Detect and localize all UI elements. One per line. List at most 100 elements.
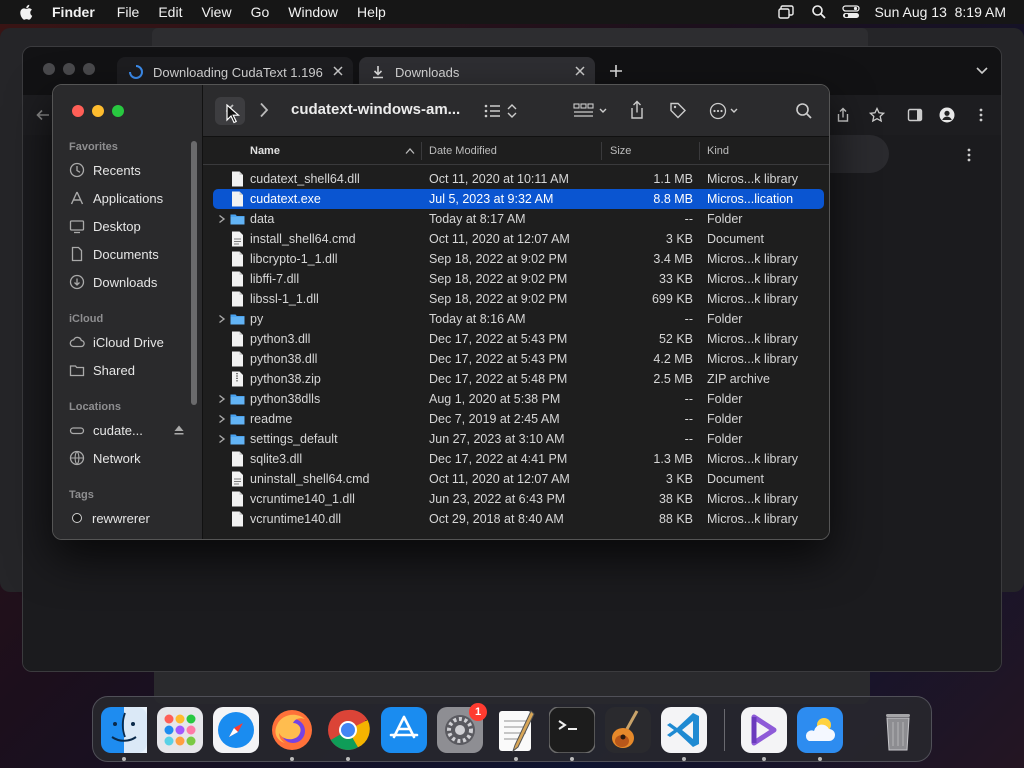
sidebar-item-downloads[interactable]: Downloads <box>69 271 193 293</box>
column-divider[interactable] <box>601 142 602 160</box>
folder-row[interactable]: python38dlls Aug 1, 2020 at 5:38 PM -- Fold… <box>203 389 829 409</box>
apple-logo-icon[interactable] <box>18 3 36 21</box>
close-tab-icon[interactable] <box>573 64 587 78</box>
dock-finder[interactable] <box>101 707 147 753</box>
column-divider[interactable] <box>699 142 700 160</box>
page-menu-icon[interactable] <box>961 147 977 163</box>
bookmark-star-icon[interactable] <box>869 107 885 123</box>
column-header-kind[interactable]: Kind <box>707 145 729 157</box>
sidebar-item-tag[interactable]: rewwrerer <box>69 507 193 529</box>
sidebar-item-shared[interactable]: Shared <box>69 359 193 381</box>
dock-firefox[interactable] <box>269 707 315 753</box>
sidebar-toggle-icon[interactable] <box>907 107 923 123</box>
browser-tab-cudatext[interactable]: Downloading CudaText 1.196.0 <box>117 57 353 87</box>
dock-terminal[interactable] <box>549 707 595 753</box>
file-row[interactable]: libssl-1_1.dll Sep 18, 2022 at 9:02 PM 699… <box>203 289 829 309</box>
share-icon[interactable] <box>628 100 646 120</box>
screen-mirroring-icon[interactable] <box>778 4 796 20</box>
sidebar-item-applications[interactable]: Applications <box>69 187 193 209</box>
dock-safari[interactable] <box>213 707 259 753</box>
share-icon[interactable] <box>835 107 851 123</box>
folder-row[interactable]: data Today at 8:17 AM -- Folder <box>203 209 829 229</box>
browser-zoom-button[interactable] <box>83 63 95 75</box>
dock-vscode[interactable] <box>661 707 707 753</box>
profile-avatar-icon[interactable] <box>939 107 955 123</box>
browser-back-icon[interactable] <box>35 107 51 123</box>
dock-weather[interactable] <box>797 707 843 753</box>
menu-app-name[interactable]: Finder <box>52 4 95 20</box>
file-row[interactable]: python3.dll Dec 17, 2022 at 5:43 PM 52 KB M… <box>203 329 829 349</box>
folder-row[interactable]: readme Dec 7, 2019 at 2:45 AM -- Folder <box>203 409 829 429</box>
minimize-window-button[interactable] <box>92 105 104 117</box>
menu-go[interactable]: Go <box>251 4 270 20</box>
disclosure-triangle-icon[interactable] <box>218 394 226 404</box>
sidebar-item-icloud-drive[interactable]: iCloud Drive <box>69 331 193 353</box>
file-size: 33 KB <box>658 272 693 286</box>
forward-button[interactable] <box>259 102 269 118</box>
disclosure-triangle-icon[interactable] <box>218 434 226 444</box>
dock-app-store[interactable] <box>381 707 427 753</box>
sidebar-item-desktop[interactable]: Desktop <box>69 215 193 237</box>
zoom-window-button[interactable] <box>112 105 124 117</box>
column-header-row: Name Date Modified Size Kind <box>203 137 829 165</box>
menu-view[interactable]: View <box>201 4 231 20</box>
folder-icon <box>230 414 245 425</box>
folder-row[interactable]: settings_default Jun 27, 2023 at 3:10 AM -… <box>203 429 829 449</box>
file-size: -- <box>684 392 693 406</box>
sort-ascending-icon[interactable] <box>405 147 415 155</box>
file-row[interactable]: python38.dll Dec 17, 2022 at 5:43 PM 4.2 M… <box>203 349 829 369</box>
column-header-date[interactable]: Date Modified <box>429 145 497 157</box>
sidebar-item-documents[interactable]: Documents <box>69 243 193 265</box>
file-row[interactable]: vcruntime140.dll Oct 29, 2018 at 8:40 AM 8… <box>203 509 829 529</box>
file-row[interactable]: libffi-7.dll Sep 18, 2022 at 9:02 PM 33 KB… <box>203 269 829 289</box>
terminal-icon <box>549 707 595 753</box>
file-name: python38dlls <box>250 392 321 406</box>
column-header-size[interactable]: Size <box>610 145 631 157</box>
file-row[interactable]: vcruntime140_1.dll Jun 23, 2022 at 6:43 P… <box>203 489 829 509</box>
close-window-button[interactable] <box>72 105 84 117</box>
browser-minimize-button[interactable] <box>63 63 75 75</box>
disclosure-triangle-icon[interactable] <box>218 314 226 324</box>
file-row[interactable]: cudatext_shell64.dll Oct 11, 2020 at 10:1… <box>203 169 829 189</box>
eject-icon[interactable] <box>173 424 185 436</box>
tag-icon[interactable] <box>669 101 687 119</box>
control-center-icon[interactable] <box>842 4 861 20</box>
file-row[interactable]: libcrypto-1_1.dll Sep 18, 2022 at 9:02 PM… <box>203 249 829 269</box>
more-actions-icon[interactable] <box>709 102 745 120</box>
more-menu-icon[interactable] <box>973 107 989 123</box>
dock-visual-studio[interactable] <box>741 707 787 753</box>
browser-close-button[interactable] <box>43 63 55 75</box>
dock-textedit[interactable] <box>493 707 539 753</box>
tab-list-chevron-icon[interactable] <box>975 65 989 77</box>
file-row[interactable]: install_shell64.cmd Oct 11, 2020 at 12:07… <box>203 229 829 249</box>
file-row[interactable]: uninstall_shell64.cmd Oct 11, 2020 at 12:… <box>203 469 829 489</box>
menu-clock[interactable]: Sun Aug 13 8:19 AM <box>874 4 1006 20</box>
sidebar-item-cudatext-volume[interactable]: cudate... <box>69 419 193 441</box>
sidebar-item-network[interactable]: Network <box>69 447 193 469</box>
disclosure-triangle-icon[interactable] <box>218 214 226 224</box>
disclosure-triangle-icon[interactable] <box>218 414 226 424</box>
search-icon[interactable] <box>795 102 813 120</box>
spotlight-search-icon[interactable] <box>810 4 828 20</box>
dock-launchpad[interactable] <box>157 707 203 753</box>
new-tab-icon[interactable] <box>609 64 623 78</box>
group-by-icon[interactable] <box>573 102 609 120</box>
dock-running-indicator <box>122 757 126 761</box>
file-row[interactable]: python38.zip Dec 17, 2022 at 5:48 PM 2.5 M… <box>203 369 829 389</box>
file-row[interactable]: sqlite3.dll Dec 17, 2022 at 4:41 PM 1.3 MB… <box>203 449 829 469</box>
sidebar-item-recents[interactable]: Recents <box>69 159 193 181</box>
column-header-name[interactable]: Name <box>250 145 280 157</box>
file-row[interactable]: cudatext.exe Jul 5, 2023 at 9:32 AM 8.8 MB… <box>213 189 824 209</box>
menu-window[interactable]: Window <box>288 4 338 20</box>
menu-help[interactable]: Help <box>357 4 386 20</box>
folder-row[interactable]: py Today at 8:16 AM -- Folder <box>203 309 829 329</box>
close-tab-icon[interactable] <box>331 64 345 78</box>
browser-tab-downloads[interactable]: Downloads <box>359 57 595 87</box>
menu-edit[interactable]: Edit <box>158 4 182 20</box>
column-divider[interactable] <box>421 142 422 160</box>
dock-chrome[interactable] <box>325 707 371 753</box>
list-view-icon[interactable] <box>483 102 519 120</box>
menu-file[interactable]: File <box>117 4 140 20</box>
dock-garageband[interactable] <box>605 707 651 753</box>
dock-trash[interactable] <box>875 707 921 753</box>
